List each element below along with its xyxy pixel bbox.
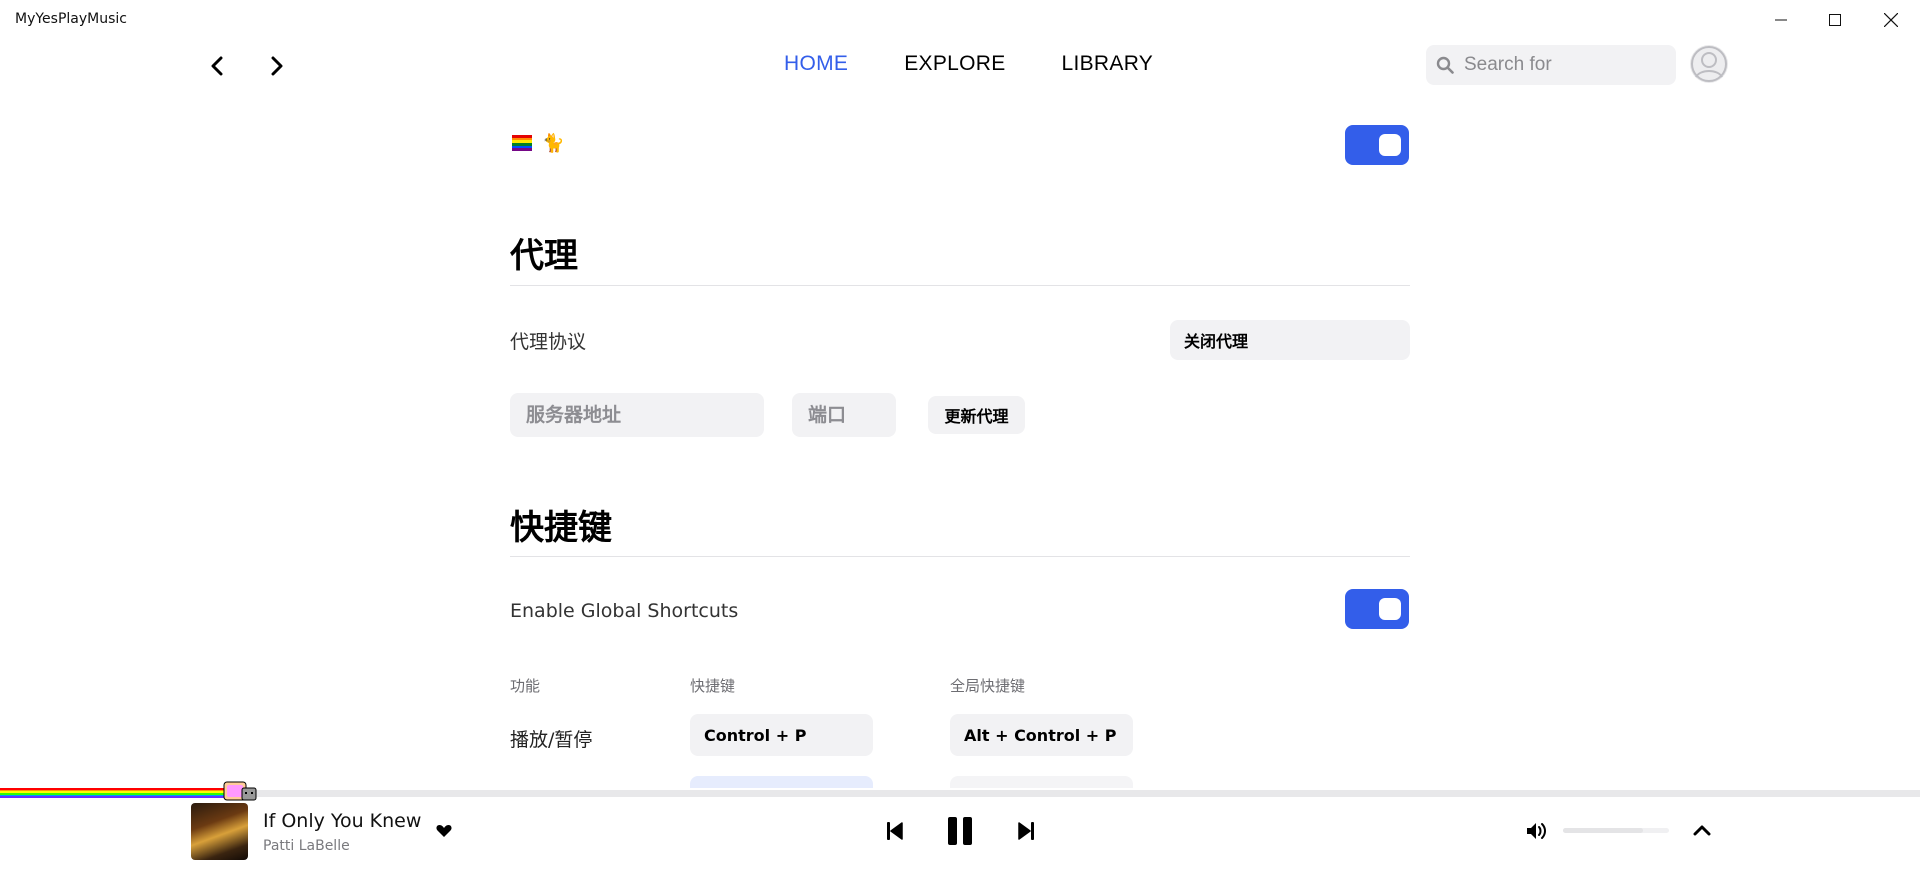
app-title: MyYesPlayMusic (15, 11, 127, 27)
column-header-global-shortcut: 全局快捷键 (950, 677, 1026, 695)
album-cover[interactable] (191, 803, 248, 860)
shortcut-function-label: 播放/暂停 (510, 729, 593, 751)
volume-button[interactable] (1524, 819, 1550, 843)
shortcut-key-value: Control + P (704, 725, 807, 745)
back-button[interactable] (203, 52, 231, 80)
next-shortcut-row-hint (690, 776, 873, 788)
column-header-function: 功能 (510, 677, 541, 695)
extra-options-row: 🐈 (512, 133, 565, 153)
section-divider (510, 285, 1410, 286)
like-button[interactable] (432, 820, 456, 842)
shortcut-key-input[interactable]: Control + P (690, 714, 873, 756)
nyan-cat-progress-handle[interactable] (222, 780, 258, 804)
tab-home[interactable]: HOME (770, 50, 862, 78)
maximize-button[interactable] (1812, 6, 1858, 34)
cat-icon: 🐈 (542, 133, 565, 153)
skip-next-icon (1018, 822, 1034, 840)
global-shortcuts-toggle[interactable] (1345, 589, 1409, 629)
volume-icon (1527, 823, 1546, 839)
proxy-server-input[interactable] (524, 403, 732, 427)
progress-rainbow-fill (0, 788, 230, 799)
tab-explore[interactable]: EXPLORE (890, 50, 1019, 78)
chevron-left-icon (211, 56, 223, 76)
proxy-protocol-label: 代理协议 (510, 331, 587, 353)
search-box (1426, 45, 1676, 85)
proxy-port-field (792, 393, 896, 437)
minimize-button[interactable] (1758, 6, 1804, 34)
forward-button[interactable] (263, 52, 291, 80)
proxy-server-field (510, 393, 764, 437)
chevron-up-icon (1693, 825, 1711, 836)
rainbow-flag-icon (512, 135, 532, 152)
progress-bar[interactable] (0, 790, 1920, 797)
previous-track-button[interactable] (882, 818, 908, 844)
extra-toggle[interactable] (1345, 125, 1409, 165)
proxy-section-title: 代理 (510, 236, 578, 276)
next-track-button[interactable] (1013, 818, 1039, 844)
shortcuts-section-title: 快捷键 (510, 508, 612, 548)
proxy-protocol-select[interactable]: 关闭代理 (1170, 320, 1410, 360)
proxy-port-input[interactable] (806, 403, 894, 427)
global-shortcut-key-input[interactable]: Alt + Control + P (950, 714, 1133, 756)
close-button[interactable] (1868, 6, 1914, 34)
enable-global-shortcuts-label: Enable Global Shortcuts (510, 600, 739, 622)
section-divider (510, 556, 1410, 557)
volume-level (1563, 828, 1643, 833)
title-bar: MyYesPlayMusic (0, 0, 1920, 40)
avatar-icon (1691, 46, 1727, 82)
close-icon (1884, 13, 1898, 27)
pause-button[interactable] (944, 815, 976, 847)
toggle-knob (1379, 598, 1401, 620)
avatar[interactable] (1690, 45, 1728, 83)
search-icon (1436, 56, 1454, 74)
global-shortcut-key-value: Alt + Control + P (964, 725, 1117, 745)
track-title[interactable]: If Only You Knew (263, 810, 421, 832)
skip-previous-icon (887, 822, 903, 840)
minimize-icon (1775, 19, 1787, 21)
volume-slider[interactable] (1563, 828, 1669, 833)
chevron-right-icon (271, 56, 283, 76)
proxy-protocol-value: 关闭代理 (1184, 332, 1249, 351)
heart-icon (436, 825, 452, 837)
update-proxy-button[interactable]: 更新代理 (928, 396, 1025, 434)
toggle-knob (1379, 134, 1401, 156)
track-artist[interactable]: Patti LaBelle (263, 838, 350, 854)
tab-library[interactable]: LIBRARY (1048, 50, 1168, 78)
expand-lyrics-button[interactable] (1690, 818, 1714, 842)
main-nav: HOME EXPLORE LIBRARY (770, 50, 1195, 78)
pause-icon (948, 817, 972, 845)
next-global-shortcut-row-hint (950, 776, 1133, 788)
maximize-icon (1829, 14, 1841, 26)
column-header-shortcut: 快捷键 (690, 677, 736, 695)
search-input[interactable] (1462, 53, 1656, 77)
